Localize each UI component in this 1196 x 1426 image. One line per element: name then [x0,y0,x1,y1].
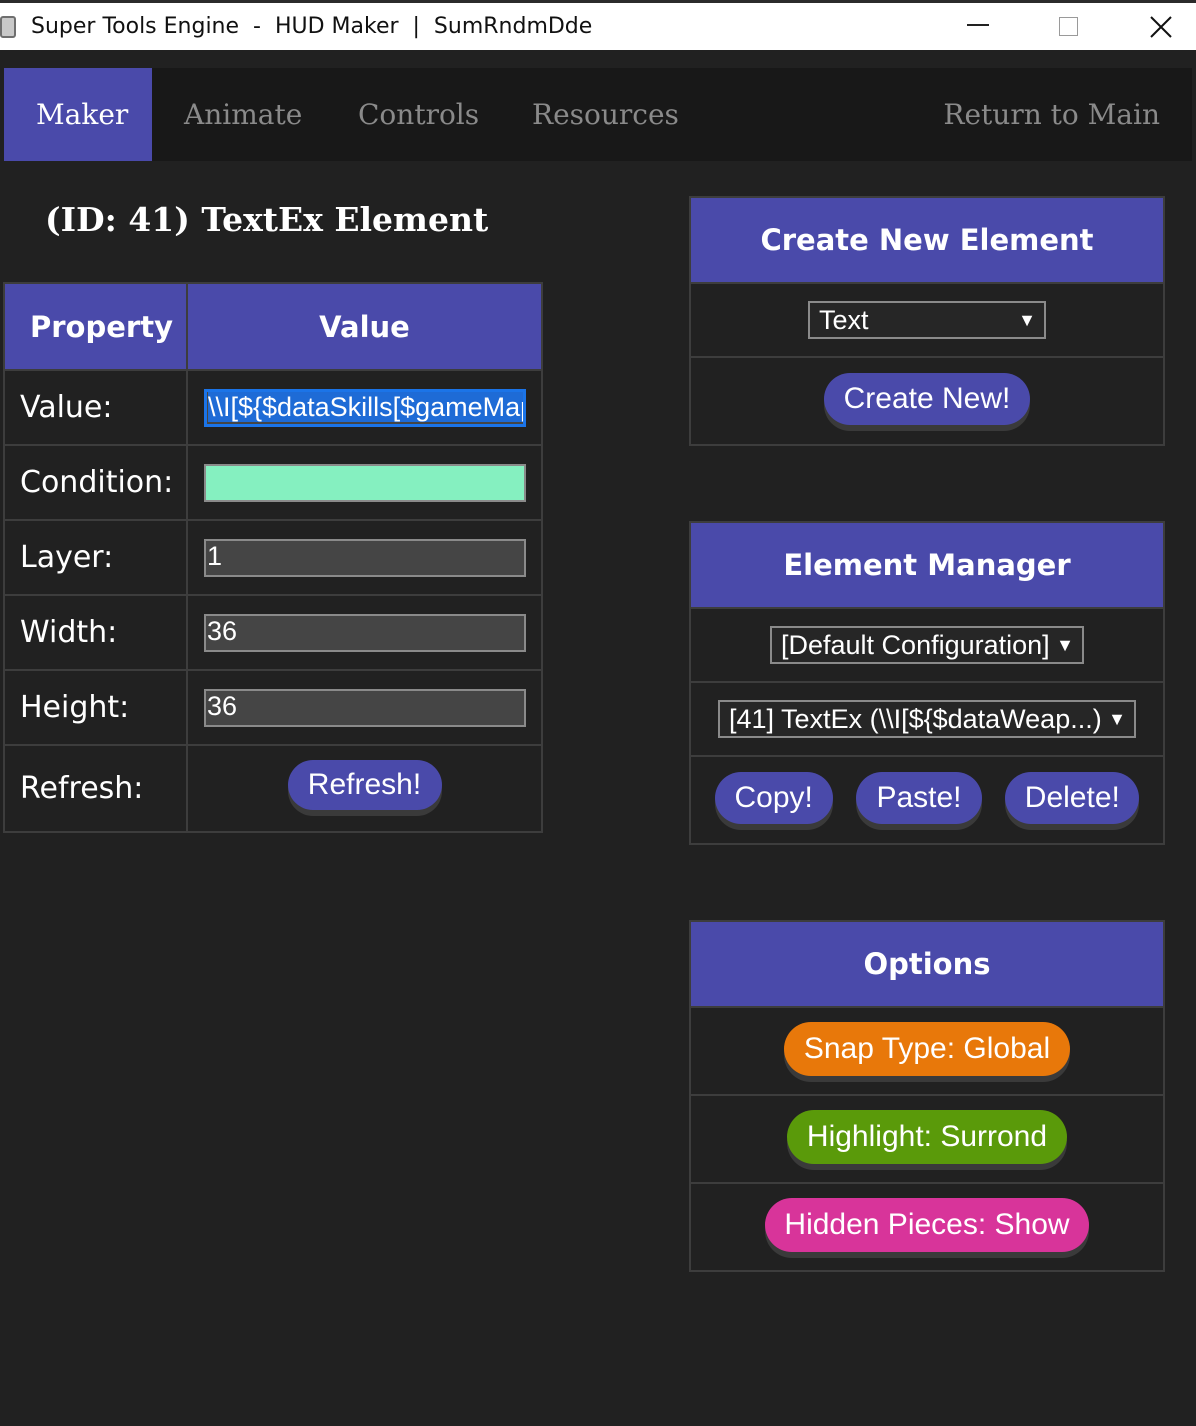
dropdown-arrow-icon: ▼ [1056,635,1074,655]
close-button[interactable] [1115,3,1196,50]
window-title: Super Tools Engine - HUD Maker | SumRndm… [31,14,593,39]
tab-maker[interactable]: Maker [4,68,152,161]
height-input[interactable]: 36 [204,688,526,727]
manager-panel-title: Element Manager [691,523,1163,609]
copy-button[interactable]: Copy! [714,772,833,824]
element-manager-panel: Element Manager [Default Configuration] … [689,521,1165,845]
close-icon [1150,15,1172,38]
value-input[interactable]: \\I[${$dataSkills[$gameMap [204,388,526,427]
create-element-panel: Create New Element Text ▼ Create New! [689,196,1165,446]
table-row: Value: \\I[${$dataSkills[$gameMap [3,369,543,446]
highlight-button[interactable]: Highlight: Surrond [787,1110,1067,1164]
element-select[interactable]: [41] TextEx (\\I[${$dataWeap...) ▼ [718,700,1136,738]
header-property: Property [3,282,188,371]
manager-actions-row: Copy! Paste! Delete! [691,757,1163,843]
snap-row: Snap Type: Global [691,1008,1163,1096]
table-row: Width: 36 [3,594,543,671]
delete-button[interactable]: Delete! [1005,772,1140,824]
table-row: Condition: [3,444,543,521]
refresh-label: Refresh: [3,744,188,833]
tab-resources[interactable]: Resources [500,68,711,161]
dropdown-arrow-icon: ▼ [1018,310,1036,330]
element-type-value: Text [819,305,869,335]
hidden-pieces-button[interactable]: Hidden Pieces: Show [765,1198,1089,1252]
configuration-value: [Default Configuration] [781,630,1050,660]
minimize-button[interactable] [932,3,1024,50]
snap-type-button[interactable]: Snap Type: Global [784,1022,1070,1076]
maximize-icon [1058,17,1078,36]
tab-controls[interactable]: Controls [326,68,511,161]
configuration-select[interactable]: [Default Configuration] ▼ [770,626,1084,664]
dropdown-arrow-icon: ▼ [1108,709,1126,729]
header-value: Value [186,282,543,371]
property-table: Property Value Value: \\I[${$dataSkills[… [3,282,543,833]
app-icon [0,16,16,38]
config-select-row: [Default Configuration] ▼ [691,609,1163,683]
type-select-row: Text ▼ [691,284,1163,358]
options-panel-title: Options [691,922,1163,1008]
width-label: Width: [3,594,188,671]
refresh-button[interactable]: Refresh! [287,760,442,810]
element-select-value: [41] TextEx (\\I[${$dataWeap...) [729,704,1102,734]
return-to-main-link[interactable]: Return to Main [911,68,1192,161]
condition-label: Condition: [3,444,188,521]
tab-animate[interactable]: Animate [152,68,334,161]
minimize-icon [967,23,989,26]
element-type-select[interactable]: Text ▼ [808,301,1046,339]
condition-input[interactable] [204,463,526,502]
highlight-row: Highlight: Surrond [691,1096,1163,1184]
paste-button[interactable]: Paste! [855,772,982,824]
window-titlebar: Super Tools Engine - HUD Maker | SumRndm… [0,0,1196,50]
value-label: Value: [3,369,188,446]
value-input-text: \\I[${$dataSkills[$gameMap [208,391,523,422]
create-new-button[interactable]: Create New! [824,373,1030,425]
table-row: Refresh: Refresh! [3,744,543,833]
hidden-row: Hidden Pieces: Show [691,1184,1163,1270]
table-header-row: Property Value [3,282,543,371]
height-label: Height: [3,669,188,746]
create-panel-title: Create New Element [691,198,1163,284]
maximize-button[interactable] [1022,3,1114,50]
table-row: Layer: 1 [3,519,543,596]
options-panel: Options Snap Type: Global Highlight: Sur… [689,920,1165,1272]
layer-input[interactable]: 1 [204,538,526,577]
element-title: (ID: 41) TextEx Element [45,200,489,239]
main-nav: Maker Animate Controls Resources Return … [4,68,1192,161]
width-input[interactable]: 36 [204,613,526,652]
element-select-row: [41] TextEx (\\I[${$dataWeap...) ▼ [691,683,1163,757]
table-row: Height: 36 [3,669,543,746]
create-button-row: Create New! [691,358,1163,444]
layer-label: Layer: [3,519,188,596]
